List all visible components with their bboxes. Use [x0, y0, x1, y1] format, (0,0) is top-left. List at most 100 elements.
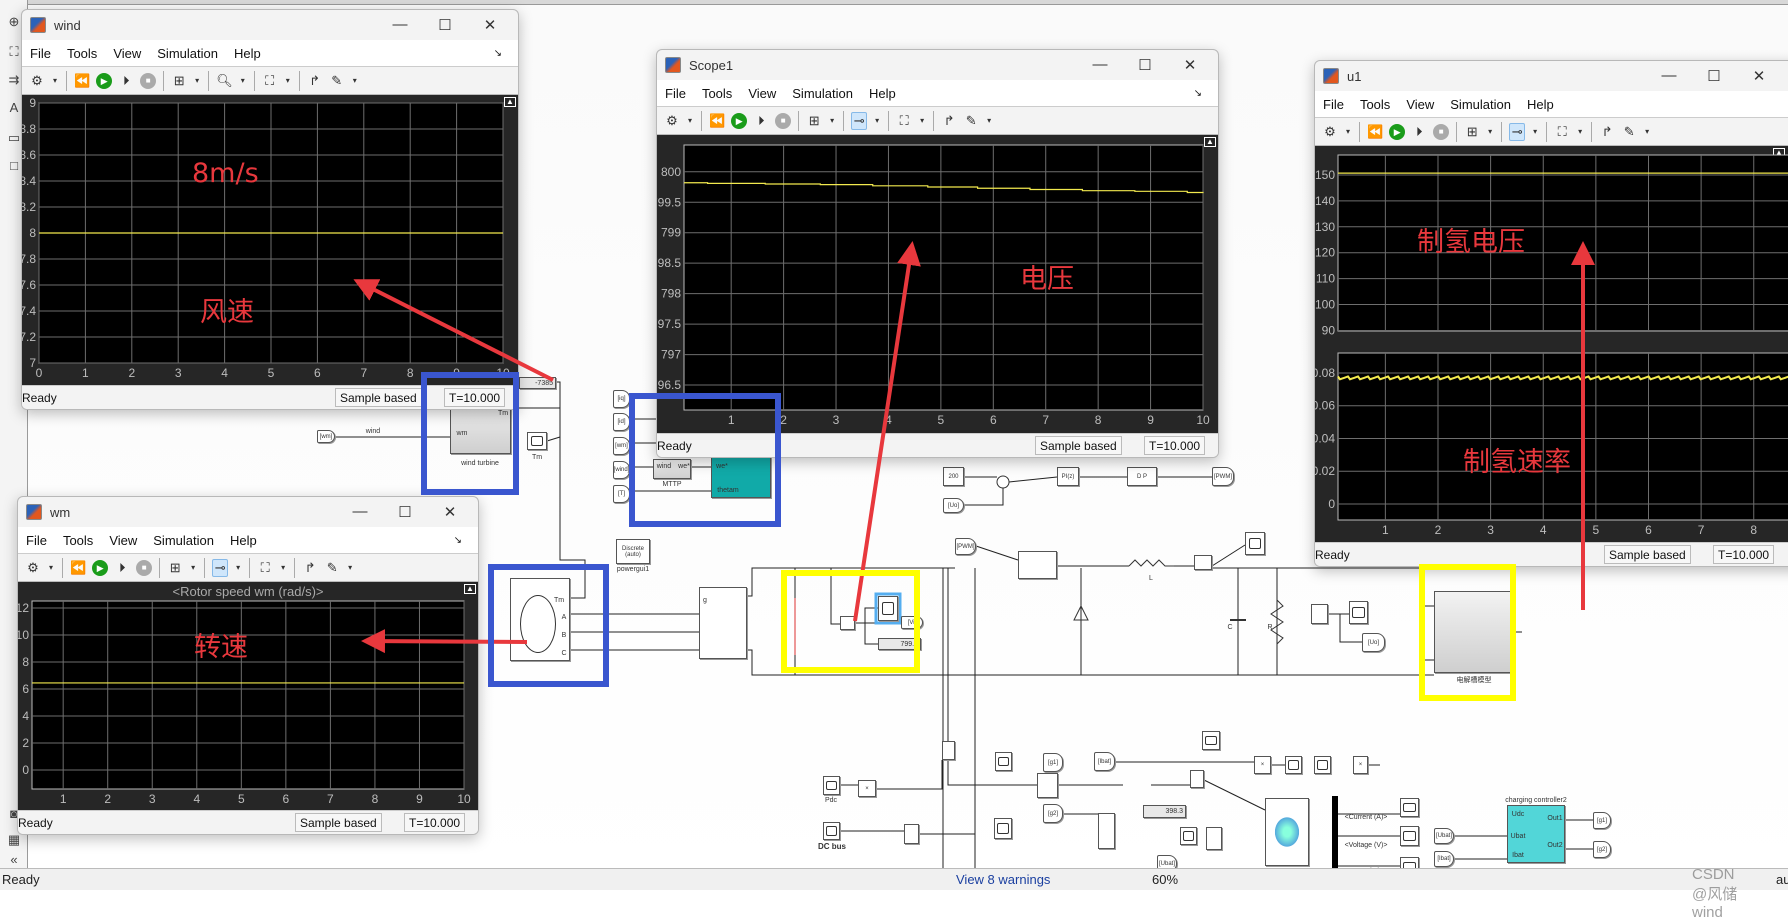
arrow-icon[interactable]: ⇉	[6, 72, 22, 88]
run-icon[interactable]: ▶	[731, 112, 748, 129]
signal-layout-icon[interactable]: ⊞	[1464, 124, 1480, 140]
close-button[interactable]: ✕	[435, 503, 465, 521]
plot-area[interactable]: ▲12345678910796.5797797.5798798.5799799.…	[657, 135, 1218, 435]
block-mosfet[interactable]	[1018, 551, 1057, 579]
dropdown-arrow-icon[interactable]: ▾	[279, 563, 287, 572]
run-icon[interactable]: ▶	[96, 72, 113, 89]
dropdown-arrow-icon[interactable]: ▾	[1643, 127, 1651, 136]
block-igbt2[interactable]	[1098, 813, 1115, 849]
menu-tools[interactable]: Tools	[1360, 97, 1390, 112]
minimize-button[interactable]: —	[1654, 67, 1684, 84]
block-vi-goto[interactable]: [Vi]	[901, 616, 923, 629]
maximize-button[interactable]: ☐	[1699, 67, 1729, 85]
measurement-icon[interactable]: ✎	[1621, 124, 1637, 140]
collapse-icon[interactable]: «	[6, 852, 22, 868]
dropdown-arrow-icon[interactable]: ▾	[351, 76, 359, 85]
block-pwm-goto[interactable]: [PWM]	[1212, 467, 1234, 486]
block-ibat-in[interactable]: [Ibat]	[1434, 851, 1454, 867]
run-icon[interactable]: ▶	[92, 559, 109, 576]
dropdown-arrow-icon[interactable]: ▾	[1576, 127, 1584, 136]
signal-layout-icon[interactable]: ⊞	[171, 73, 187, 89]
menu-file[interactable]: File	[665, 86, 686, 101]
trigger-icon[interactable]: ⊸	[1509, 122, 1526, 141]
dropdown-arrow-icon[interactable]: ▾	[985, 116, 993, 125]
block-scope-dc[interactable]	[823, 822, 840, 840]
block-g1-from[interactable]: [g1]	[1043, 753, 1063, 772]
step-forward-icon[interactable]: ⏵	[118, 73, 134, 89]
dropdown-arrow-icon[interactable]: ▾	[193, 76, 201, 85]
menu-simulation[interactable]: Simulation	[157, 46, 218, 61]
fit-axes-icon[interactable]: ⛶	[257, 560, 273, 576]
annotation-icon[interactable]: A	[6, 100, 22, 116]
block-display-torque[interactable]: -7385	[519, 377, 556, 389]
sum-block[interactable]	[996, 475, 1010, 489]
block-scope-b[interactable]	[994, 818, 1012, 839]
stop-icon[interactable]: ■	[1433, 123, 1450, 140]
area-icon[interactable]: □	[6, 158, 22, 174]
dropdown-arrow-icon[interactable]: ▾	[873, 116, 881, 125]
dropdown-arrow-icon[interactable]: ▾	[239, 76, 247, 85]
block-ibat-from[interactable]: [Ibat]	[1094, 752, 1115, 771]
menu-file[interactable]: File	[26, 533, 47, 548]
dropdown-arrow-icon[interactable]: ▾	[234, 563, 242, 572]
block-elec-box[interactable]	[1434, 591, 1514, 673]
step-forward-icon[interactable]: ⏵	[114, 560, 130, 576]
plot-area[interactable]: ▲12345678910024681012<Rotor speed wm (ra…	[18, 582, 478, 812]
plot-area[interactable]: ▲01234567891077.27.47.67.888.28.48.68.89	[22, 95, 518, 387]
undock-icon[interactable]: ↘	[494, 48, 502, 59]
menu-tools[interactable]: Tools	[63, 533, 93, 548]
block-const-200[interactable]: 200	[943, 467, 964, 486]
block-scope-vb[interactable]	[1180, 827, 1197, 845]
plot-area[interactable]: ▲901001101201301401501234567891000.020.0…	[1315, 146, 1788, 544]
menu-simulation[interactable]: Simulation	[1450, 97, 1511, 112]
block-imeas2[interactable]	[1190, 770, 1204, 788]
gear-icon[interactable]: ⚙	[29, 73, 45, 89]
step-back-icon[interactable]: ⏪	[70, 560, 86, 576]
fit-axes-icon[interactable]: ⛶	[1554, 124, 1570, 140]
maximize-button[interactable]: ☐	[430, 16, 460, 34]
gear-icon[interactable]: ⚙	[664, 113, 680, 129]
highlight-block-icon[interactable]: ↱	[302, 560, 318, 576]
block-imeas[interactable]	[1194, 555, 1212, 570]
block-tag-iq[interactable]: [iq]	[613, 390, 630, 408]
block-pi[interactable]: PI(z)	[1057, 467, 1079, 486]
fit-axes-icon[interactable]: ⛶	[896, 113, 912, 129]
menu-help[interactable]: Help	[230, 533, 257, 548]
block-vmeas4[interactable]	[1206, 827, 1222, 850]
menu-help[interactable]: Help	[234, 46, 261, 61]
gear-icon[interactable]: ⚙	[1322, 124, 1338, 140]
zoom-in-icon[interactable]: ⊕	[6, 14, 22, 30]
block-scope-m2[interactable]	[1314, 756, 1331, 774]
dropdown-arrow-icon[interactable]: ▾	[284, 76, 292, 85]
scope-window-scope1[interactable]: Scope1 — ☐ ✕ File Tools View Simulation Help ↘ ⚙ ▾ ⏪…	[656, 49, 1219, 458]
fit-axes-icon[interactable]: ⛶	[262, 73, 278, 89]
block-sum2[interactable]	[942, 741, 955, 760]
block-scope-v[interactable]	[878, 596, 898, 621]
highlight-block-icon[interactable]: ↱	[307, 73, 323, 89]
step-forward-icon[interactable]: ⏵	[753, 113, 769, 129]
block-scope-pdc[interactable]	[823, 776, 840, 795]
measurement-icon[interactable]: ✎	[963, 113, 979, 129]
scope-window-wind[interactable]: wind — ☐ ✕ File Tools View Simulation Help ↘ ⚙ ▾ ⏪ ▶ ⏵…	[21, 9, 519, 410]
trigger-icon[interactable]: ⊸	[212, 558, 229, 577]
block-vmeas1[interactable]	[840, 616, 855, 630]
block-scope-c[interactable]	[1400, 798, 1419, 817]
block-vmeas2[interactable]	[1311, 604, 1328, 624]
run-icon[interactable]: ▶	[1389, 123, 1406, 140]
block-mult[interactable]: ×	[1254, 756, 1271, 774]
menu-file[interactable]: File	[1323, 97, 1344, 112]
undock-icon[interactable]: ↘	[1194, 88, 1202, 99]
block-mult[interactable]: ×	[858, 780, 876, 797]
block-tm-scope[interactable]	[527, 432, 547, 450]
block-scope-i[interactable]	[1245, 532, 1265, 555]
dropdown-arrow-icon[interactable]: ▾	[51, 76, 59, 85]
block-powergui[interactable]: Discrete (auto)	[616, 539, 650, 564]
menu-tools[interactable]: Tools	[67, 46, 97, 61]
dropdown-arrow-icon[interactable]: ▾	[189, 563, 197, 572]
block-igbt1[interactable]	[1037, 773, 1058, 798]
maximize-button[interactable]: ☐	[1130, 56, 1160, 74]
signal-layout-icon[interactable]: ⊞	[806, 113, 822, 129]
dropdown-arrow-icon[interactable]: ▾	[686, 116, 694, 125]
block-uo-goto[interactable]: [Uo]	[1362, 633, 1385, 652]
fit-view-icon[interactable]: ⛶	[6, 44, 22, 60]
